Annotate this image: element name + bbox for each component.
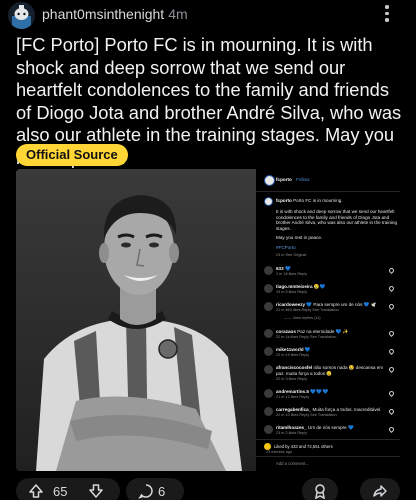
ig-comment: andremartins.5 💙💙 💙 bbox=[276, 389, 329, 394]
comment-count: 6 bbox=[158, 484, 166, 499]
share-icon bbox=[373, 485, 387, 497]
ig-caption-meta: 23 m See Original bbox=[276, 253, 307, 257]
comments-button[interactable]: 6 bbox=[126, 478, 184, 500]
ig-comment-avatar[interactable] bbox=[264, 389, 273, 398]
comment-icon bbox=[138, 484, 153, 499]
ig-comment: carregabenfica_ Muita força a todos. Ina… bbox=[276, 407, 382, 412]
like-heart-icon[interactable] bbox=[387, 302, 396, 311]
ig-comment-avatar[interactable] bbox=[264, 266, 273, 275]
like-heart-icon[interactable] bbox=[387, 365, 396, 374]
award-button[interactable] bbox=[302, 478, 338, 500]
ig-caption-line-3: brother André Silva, who was also our at… bbox=[276, 220, 398, 225]
post-flair[interactable]: Official Source bbox=[16, 144, 128, 166]
player-photo-image bbox=[16, 169, 256, 471]
divider bbox=[256, 456, 400, 457]
snoo-avatar-icon bbox=[8, 2, 35, 29]
ig-comment: ritamlhoazes_ Um de nós sempre 💙 bbox=[276, 425, 354, 430]
ig-comment-meta: 1 m 18 likes Reply bbox=[276, 272, 308, 276]
ig-add-comment-input[interactable]: Add a comment... bbox=[276, 461, 309, 466]
vote-count: 65 bbox=[53, 484, 68, 499]
ig-comment-avatar[interactable] bbox=[264, 407, 273, 416]
ig-account-name[interactable]: fcporto bbox=[276, 177, 292, 182]
like-heart-icon[interactable] bbox=[387, 329, 396, 338]
ig-view-replies[interactable]: —— View replies (11) bbox=[284, 316, 321, 320]
avatar[interactable] bbox=[8, 2, 35, 29]
ig-caption-avatar bbox=[264, 197, 273, 206]
ig-comment: afranciscocosfel não somos nada 😢 descan… bbox=[276, 365, 384, 376]
ig-comment: ricardoweezy 💙 Para sempre um de nós 💙 🕊… bbox=[276, 302, 377, 307]
ig-comment-meta: 21 m 12 likes Reply bbox=[276, 395, 310, 399]
ig-comment-avatar[interactable] bbox=[264, 329, 273, 338]
like-heart-icon[interactable] bbox=[387, 425, 396, 434]
downvote-icon[interactable] bbox=[88, 483, 104, 499]
ig-caption-first: fcporto Porto FC is in mourning. bbox=[276, 198, 343, 203]
ig-hashtag[interactable]: #FCPorto bbox=[276, 245, 296, 251]
divider bbox=[256, 439, 400, 440]
like-heart-icon[interactable] bbox=[387, 284, 396, 293]
ig-comment: tiago.mmteixeira 😢💙 bbox=[276, 284, 326, 289]
share-button[interactable] bbox=[360, 478, 400, 500]
upvote-icon[interactable] bbox=[28, 483, 44, 499]
like-heart-icon[interactable] bbox=[387, 347, 396, 356]
ig-comment-avatar[interactable] bbox=[264, 284, 273, 293]
post-header: phant0msinthenight 4m bbox=[0, 0, 416, 32]
ig-liked-by[interactable]: Liked by 433 and 72,551 others bbox=[274, 444, 333, 450]
ig-comment: mike11world 💙 bbox=[276, 347, 311, 352]
vote-pill: 65 bbox=[16, 478, 120, 500]
ig-comment-avatar[interactable] bbox=[264, 347, 273, 356]
instagram-panel: fcporto Follow fcporto Porto FC is in mo… bbox=[256, 169, 400, 471]
post-actions: 65 6 bbox=[0, 478, 416, 500]
ig-comment-avatar[interactable] bbox=[264, 302, 273, 311]
ig-comment-avatar[interactable] bbox=[264, 425, 273, 434]
like-heart-icon[interactable] bbox=[387, 266, 396, 275]
post-image[interactable]: fcporto Follow fcporto Porto FC is in mo… bbox=[16, 169, 400, 471]
ig-account-avatar[interactable] bbox=[264, 175, 275, 186]
ig-comment-meta: 22 m 1k likes Reply See Translation bbox=[276, 335, 337, 339]
post-time: 4m bbox=[168, 6, 188, 22]
ig-comment-avatar[interactable] bbox=[264, 365, 273, 374]
ig-caption-end: May you rest in peace. bbox=[276, 235, 323, 240]
post-author[interactable]: phant0msinthenight 4m bbox=[42, 6, 188, 22]
ig-comment-meta: 22 m 10 likes Reply See Translation bbox=[276, 413, 337, 417]
ig-caption-line-4: stages. bbox=[276, 225, 291, 231]
like-heart-icon[interactable] bbox=[387, 389, 396, 398]
ig-comment: 633 💙 bbox=[276, 266, 291, 271]
more-options-icon[interactable] bbox=[380, 2, 394, 26]
divider bbox=[256, 191, 400, 192]
username-text[interactable]: phant0msinthenight bbox=[42, 6, 164, 22]
ig-follow-button[interactable]: Follow bbox=[296, 177, 309, 182]
ig-comment-meta: 22 m 19 likes Reply bbox=[276, 353, 310, 357]
ig-comment-meta: 22 m 3 likes Reply bbox=[276, 377, 308, 381]
ig-comment-meta: 19 m 5 likes Reply bbox=[276, 290, 308, 294]
like-heart-icon[interactable] bbox=[387, 407, 396, 416]
award-icon bbox=[315, 484, 325, 499]
ig-comment-meta: 23 m 2 likes Reply bbox=[276, 431, 308, 435]
ig-comment-meta: 21 m 863 likes Reply See Translation bbox=[276, 308, 339, 312]
ig-posted-time: 23 minutes ago bbox=[266, 450, 292, 454]
ig-liker-avatar bbox=[264, 443, 271, 450]
ig-comment: corazaos Paz na eternidade 💙 ✨ bbox=[276, 329, 349, 334]
